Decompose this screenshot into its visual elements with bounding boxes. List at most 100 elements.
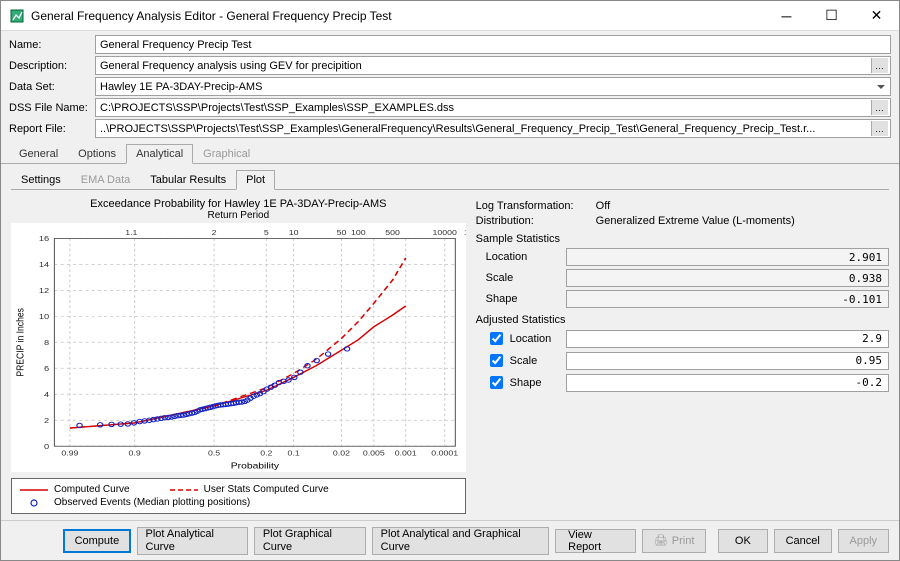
legend-computed: Computed Curve (54, 484, 130, 495)
subtab-settings[interactable]: Settings (11, 170, 71, 190)
sample-location-field (566, 248, 889, 266)
window-title: General Frequency Analysis Editor - Gene… (31, 9, 764, 23)
reportfile-label: Report File: (9, 123, 95, 135)
dssfile-browse-icon[interactable]: … (871, 100, 888, 115)
description-label: Description: (9, 60, 95, 72)
plot-both-button[interactable]: Plot Analytical and Graphical Curve (372, 527, 549, 555)
dssfile-field[interactable]: C:\PROJECTS\SSP\Projects\Test\SSP_Exampl… (95, 98, 891, 117)
svg-text:2: 2 (212, 229, 217, 237)
svg-text:14: 14 (39, 260, 50, 269)
adj-location-field[interactable] (566, 330, 889, 348)
svg-text:2: 2 (44, 416, 49, 425)
print-button: 🖨Print (642, 529, 706, 553)
chart-title: Exceedance Probability for Hawley 1E PA-… (11, 198, 466, 210)
app-icon (9, 8, 25, 24)
description-browse-icon[interactable]: … (871, 58, 888, 73)
plot-analytical-button[interactable]: Plot Analytical Curve (137, 527, 248, 555)
svg-text:12: 12 (39, 286, 50, 295)
dist-value: Generalized Extreme Value (L-moments) (596, 215, 795, 227)
dist-label: Distribution: (476, 215, 596, 227)
adj-shape-check[interactable] (490, 376, 503, 389)
app-window: General Frequency Analysis Editor - Gene… (0, 0, 900, 561)
sample-scale-field (566, 269, 889, 287)
adj-scale-field[interactable] (566, 352, 889, 370)
stats-panel: Log Transformation:Off Distribution:Gene… (476, 196, 889, 514)
adj-location-label: Location (510, 333, 552, 345)
svg-text:0.2: 0.2 (260, 449, 273, 457)
chart-area[interactable]: 0 2 4 6 8 10 12 14 16 0.99 0.9 0.5 0.2 0.1 0.02 0.005 0.… (11, 223, 466, 472)
close-button[interactable]: ✕ (854, 1, 899, 30)
main-tabstrip: General Options Analytical Graphical (1, 144, 899, 164)
legend-user: User Stats Computed Curve (204, 484, 329, 495)
svg-text:10: 10 (39, 312, 50, 321)
svg-text:8: 8 (44, 338, 49, 347)
sample-stats-title: Sample Statistics (476, 233, 889, 245)
adj-shape-label: Shape (510, 377, 542, 389)
name-field[interactable]: General Frequency Precip Test (95, 35, 891, 54)
subtab-emadata: EMA Data (71, 170, 141, 190)
svg-text:PRECIP in Inches: PRECIP in Inches (15, 308, 27, 377)
svg-text:0.0001: 0.0001 (431, 449, 458, 457)
legend-observed: Observed Events (Median plotting positio… (54, 497, 250, 508)
svg-text:10: 10 (289, 229, 299, 237)
svg-text:1.1: 1.1 (125, 229, 138, 237)
sample-shape-field (566, 290, 889, 308)
sample-scale-label: Scale (486, 272, 566, 284)
dataset-label: Data Set: (9, 81, 95, 93)
subtab-tabular[interactable]: Tabular Results (140, 170, 236, 190)
ok-button[interactable]: OK (718, 529, 768, 553)
cancel-button[interactable]: Cancel (774, 529, 832, 553)
adjusted-stats-title: Adjusted Statistics (476, 314, 889, 326)
svg-text:0.99: 0.99 (61, 449, 79, 457)
svg-text:50: 50 (337, 229, 347, 237)
sub-tabstrip: Settings EMA Data Tabular Results Plot (11, 170, 889, 190)
adj-scale-label: Scale (510, 355, 538, 367)
svg-text:5: 5 (264, 229, 269, 237)
tab-analytical[interactable]: Analytical (126, 144, 193, 164)
sample-shape-label: Shape (486, 293, 566, 305)
name-label: Name: (9, 39, 95, 51)
logt-value: Off (596, 200, 610, 212)
maximize-button[interactable]: ☐ (809, 1, 854, 30)
svg-text:0.02: 0.02 (333, 449, 351, 457)
form-area: Name: General Frequency Precip Test Desc… (1, 31, 899, 142)
svg-text:0.001: 0.001 (395, 449, 418, 457)
adj-location-check[interactable] (490, 332, 503, 345)
plot-graphical-button[interactable]: Plot Graphical Curve (254, 527, 366, 555)
svg-text:Probability: Probability (231, 461, 280, 471)
subtab-plot[interactable]: Plot (236, 170, 275, 190)
svg-text:6: 6 (44, 364, 49, 373)
svg-text:100000: 100000 (464, 229, 466, 237)
minimize-button[interactable]: ­─ (764, 1, 809, 30)
description-field[interactable]: General Frequency analysis using GEV for… (95, 56, 891, 75)
svg-text:0: 0 (44, 442, 49, 451)
svg-text:16: 16 (39, 234, 50, 243)
view-report-button[interactable]: View Report (555, 529, 636, 553)
reportfile-field[interactable]: ..\PROJECTS\SSP\Projects\Test\SSP_Exampl… (95, 119, 891, 138)
tab-options[interactable]: Options (68, 144, 126, 164)
dssfile-label: DSS File Name: (9, 102, 95, 114)
svg-text:100: 100 (351, 229, 366, 237)
svg-text:500: 500 (385, 229, 400, 237)
compute-button[interactable]: Compute (63, 529, 130, 553)
adj-shape-field[interactable] (566, 374, 889, 392)
tab-content: Settings EMA Data Tabular Results Plot E… (1, 164, 899, 520)
reportfile-browse-icon[interactable]: … (871, 121, 888, 136)
apply-button: Apply (838, 529, 889, 553)
tab-graphical: Graphical (193, 144, 260, 164)
svg-text:0.5: 0.5 (208, 449, 221, 457)
svg-text:0.1: 0.1 (287, 449, 300, 457)
svg-text:0.005: 0.005 (363, 449, 386, 457)
chart-legend: Computed Curve User Stats Computed Curve… (11, 478, 466, 514)
bottom-toolbar: Compute Plot Analytical Curve Plot Graph… (1, 520, 899, 560)
svg-text:10000: 10000 (433, 229, 458, 237)
svg-text:0.9: 0.9 (129, 449, 142, 457)
dataset-select[interactable]: Hawley 1E PA-3DAY-Precip-AMS (95, 77, 891, 96)
svg-text:4: 4 (44, 390, 49, 399)
adj-scale-check[interactable] (490, 354, 503, 367)
sample-location-label: Location (486, 251, 566, 263)
titlebar: General Frequency Analysis Editor - Gene… (1, 1, 899, 31)
chart-subtitle: Return Period (11, 210, 466, 221)
tab-general[interactable]: General (9, 144, 68, 164)
logt-label: Log Transformation: (476, 200, 596, 212)
